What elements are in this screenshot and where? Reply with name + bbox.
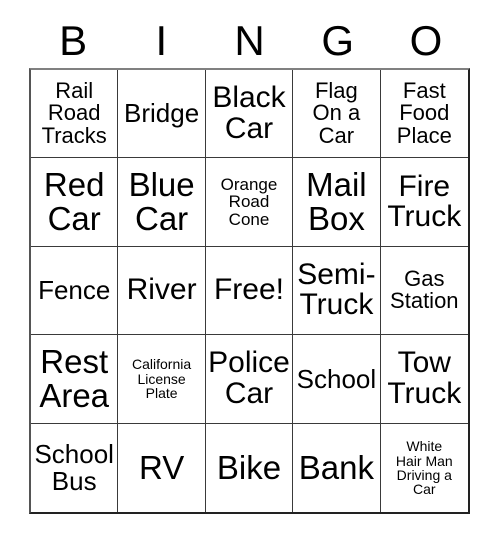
- bingo-cell[interactable]: Police Car: [205, 335, 294, 424]
- bingo-cell[interactable]: Fence: [31, 246, 119, 336]
- bingo-cell-label: Red Car: [43, 166, 105, 238]
- bingo-cell-label: Rest Area: [39, 343, 110, 414]
- bingo-cell-label: Tow Truck: [387, 346, 462, 410]
- bingo-cell[interactable]: Semi- Truck: [293, 246, 381, 336]
- bingo-cell[interactable]: Gas Station: [380, 246, 468, 336]
- header-letter-b: B: [59, 17, 88, 64]
- bingo-cell[interactable]: Tow Truck: [380, 335, 468, 424]
- bingo-cell-label: Gas Station: [390, 266, 459, 314]
- bingo-header-row: B I N G O: [29, 14, 470, 68]
- bingo-cell[interactable]: Flag On a Car: [293, 70, 381, 159]
- bingo-cell[interactable]: School: [293, 335, 381, 424]
- bingo-cell-label: Rail Road Tracks: [41, 78, 107, 148]
- bingo-cell[interactable]: White Hair Man Driving a Car: [380, 423, 468, 512]
- bingo-cell[interactable]: Fire Truck: [380, 158, 468, 247]
- bingo-cell[interactable]: California License Plate: [118, 335, 206, 424]
- bingo-cell-label: Fast Food Place: [396, 78, 452, 148]
- bingo-cell-label: RV: [138, 448, 185, 486]
- bingo-cell-label: Free!: [213, 273, 284, 307]
- bingo-cell-label: Blue Car: [128, 166, 195, 238]
- bingo-cell-label: School: [296, 363, 377, 394]
- bingo-cell-label: White Hair Man Driving a Car: [395, 438, 453, 498]
- bingo-cell[interactable]: RV: [118, 423, 206, 512]
- bingo-cell-label: Bank: [298, 448, 374, 486]
- bingo-cell-label: Fence: [38, 275, 111, 306]
- bingo-grid: Rail Road Tracks Bridge Black Car Flag On a…: [29, 68, 470, 514]
- bingo-cell[interactable]: Black Car: [205, 70, 294, 159]
- bingo-cell-label: Police Car: [208, 346, 290, 410]
- header-letter-n: N: [234, 17, 265, 64]
- bingo-cell[interactable]: Rail Road Tracks: [31, 70, 119, 159]
- bingo-cell[interactable]: School Bus: [31, 423, 119, 512]
- bingo-cell-label: Black Car: [212, 81, 286, 145]
- bingo-free-space[interactable]: Free!: [205, 246, 294, 336]
- bingo-cell-label: River: [126, 273, 197, 307]
- bingo-cell[interactable]: Orange Road Cone: [205, 158, 294, 247]
- bingo-cell-label: Flag On a Car: [312, 78, 361, 148]
- bingo-cell-label: Bridge: [124, 98, 200, 129]
- bingo-cell[interactable]: Blue Car: [118, 158, 206, 247]
- header-letter-g: G: [321, 17, 355, 64]
- bingo-cell[interactable]: Bridge: [118, 70, 206, 159]
- bingo-cell-label: Fire Truck: [387, 169, 462, 234]
- header-letter-o: O: [409, 17, 443, 64]
- bingo-cell[interactable]: Mail Box: [293, 158, 381, 247]
- bingo-cell-label: Bike: [216, 448, 282, 486]
- bingo-cell[interactable]: River: [118, 246, 206, 336]
- bingo-cell-label: School Bus: [34, 439, 114, 496]
- bingo-cell-label: Orange Road Cone: [220, 175, 278, 229]
- header-letter-i: I: [155, 17, 168, 64]
- bingo-cell[interactable]: Red Car: [31, 158, 119, 247]
- bingo-cell[interactable]: Fast Food Place: [380, 70, 468, 159]
- bingo-cell-label: California License Plate: [132, 356, 192, 402]
- bingo-cell[interactable]: Bike: [205, 423, 294, 512]
- bingo-card: B I N G O Rail Road Tracks Bridge Black Ca…: [0, 0, 500, 544]
- bingo-cell[interactable]: Bank: [293, 423, 381, 512]
- bingo-cell-label: Semi- Truck: [297, 257, 376, 322]
- bingo-cell[interactable]: Rest Area: [31, 335, 119, 424]
- bingo-cell-label: Mail Box: [306, 166, 367, 238]
